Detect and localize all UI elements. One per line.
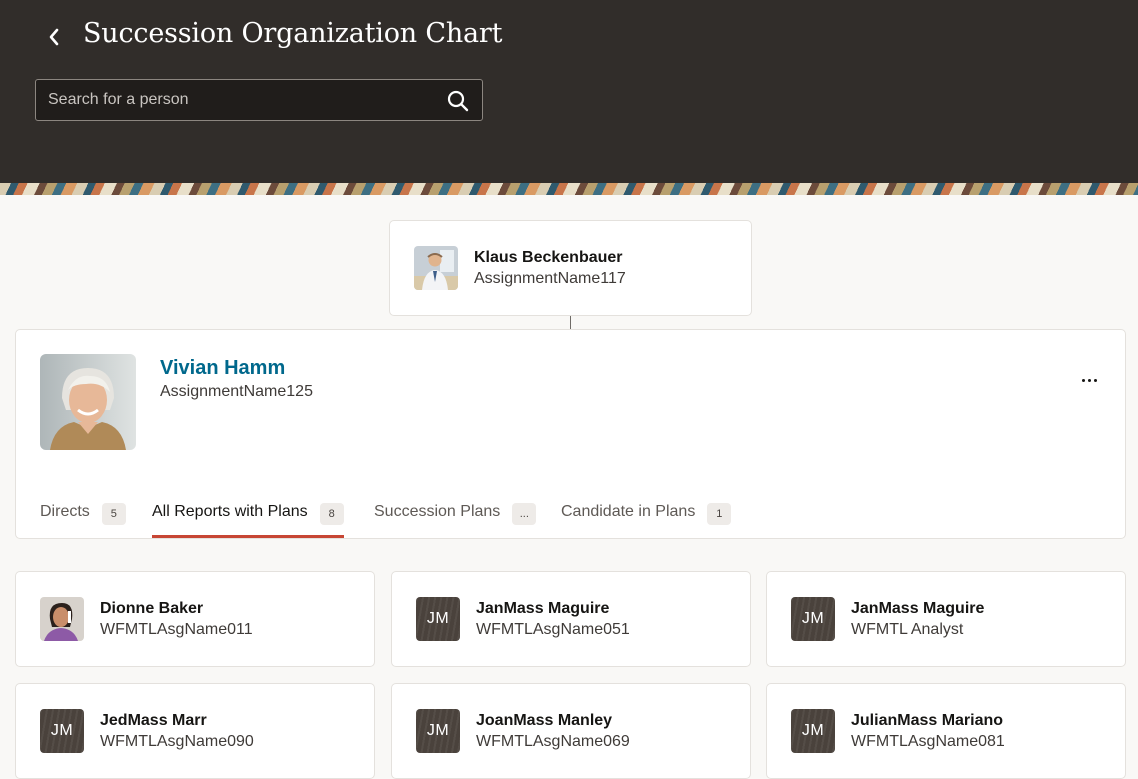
count-badge: 8 <box>319 503 344 525</box>
report-assignment: WFMTLAsgName069 <box>476 733 630 750</box>
report-assignment: WFMTLAsgName011 <box>100 621 253 638</box>
report-card[interactable]: JM JedMass Marr WFMTLAsgName090 <box>15 683 375 779</box>
focus-person-name-link[interactable]: Vivian Hamm <box>160 357 285 380</box>
report-card[interactable]: JM JanMass Maguire WFMTL Analyst <box>766 571 1126 667</box>
chevron-left-icon <box>49 28 59 46</box>
focus-person-card: Vivian Hamm AssignmentName125 Directs 5 … <box>15 329 1126 539</box>
dot-icon <box>1081 378 1085 382</box>
report-name: JanMass Maguire <box>476 600 610 617</box>
page-title: Succession Organization Chart <box>83 18 503 49</box>
report-card[interactable]: JM JoanMass Manley WFMTLAsgName069 <box>391 683 751 779</box>
tab-label: Candidate in Plans <box>561 503 696 520</box>
initials-avatar: JM <box>40 709 84 753</box>
manager-assignment: AssignmentName117 <box>474 270 626 287</box>
report-card[interactable]: JM JanMass Maguire WFMTLAsgName051 <box>391 571 751 667</box>
initials-avatar: JM <box>416 597 460 641</box>
report-assignment: WFMTLAsgName081 <box>851 733 1005 750</box>
initials-avatar: JM <box>791 709 835 753</box>
initials-avatar: JM <box>791 597 835 641</box>
dot-icon <box>1093 378 1097 382</box>
report-assignment: WFMTLAsgName090 <box>100 733 254 750</box>
back-button[interactable] <box>40 22 68 52</box>
focus-avatar <box>40 354 136 450</box>
person-photo-icon <box>414 246 458 290</box>
initials-avatar: JM <box>416 709 460 753</box>
report-name: JulianMass Mariano <box>851 712 1004 729</box>
org-connector-line <box>570 316 571 329</box>
search-icon[interactable] <box>446 89 470 113</box>
person-photo-icon <box>40 597 84 641</box>
manager-card[interactable]: Klaus Beckenbauer AssignmentName117 <box>389 220 752 316</box>
tab-directs[interactable]: Directs 5 <box>40 488 126 538</box>
person-search <box>35 79 483 121</box>
report-card[interactable]: JM JulianMass Mariano WFMTLAsgName081 <box>766 683 1126 779</box>
tab-label: Directs <box>40 503 90 520</box>
report-name: JoanMass Manley <box>476 712 613 729</box>
tab-all-reports-with-plans[interactable]: All Reports with Plans 8 <box>152 488 344 538</box>
page-header: Succession Organization Chart <box>0 0 1138 183</box>
manager-name: Klaus Beckenbauer <box>474 249 623 266</box>
count-badge: ... <box>512 503 537 525</box>
report-card[interactable]: Dionne Baker WFMTLAsgName011 <box>15 571 375 667</box>
tab-candidate-in-plans[interactable]: Candidate in Plans 1 <box>561 488 732 538</box>
report-assignment: WFMTL Analyst <box>851 621 964 638</box>
count-badge: 1 <box>707 503 732 525</box>
search-input[interactable] <box>36 80 426 120</box>
manager-avatar <box>414 246 458 290</box>
report-name: JanMass Maguire <box>851 600 985 617</box>
report-avatar <box>40 597 84 641</box>
more-actions-button[interactable] <box>1077 370 1101 390</box>
report-name: Dionne Baker <box>100 600 204 617</box>
focus-person-assignment: AssignmentName125 <box>160 383 313 400</box>
report-assignment: WFMTLAsgName051 <box>476 621 630 638</box>
count-badge: 5 <box>101 503 126 525</box>
tab-succession-plans[interactable]: Succession Plans ... <box>374 488 537 538</box>
decorative-banner <box>0 183 1138 195</box>
report-name: JedMass Marr <box>100 712 207 729</box>
tab-label: All Reports with Plans <box>152 503 308 520</box>
dot-icon <box>1087 378 1091 382</box>
tab-label: Succession Plans <box>374 503 501 520</box>
person-photo-icon <box>40 354 136 450</box>
